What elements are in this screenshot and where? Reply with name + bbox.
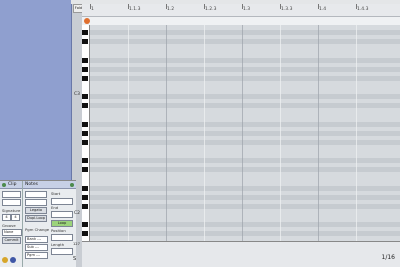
ruler-tick-label: 1.3.3 <box>281 7 293 12</box>
black-key-row <box>90 167 400 172</box>
black-key[interactable] <box>82 30 88 35</box>
black-key-row <box>90 140 400 145</box>
grid-line <box>356 25 357 241</box>
groove-label: Groove <box>2 223 16 228</box>
black-key[interactable] <box>82 195 88 200</box>
beat-time-ruler[interactable]: 1 1.1.3 1.2 1.2.3 1.3 1.3.3 1.4 1.4.3 <box>82 4 400 17</box>
ruler-tick-label: 1.2 <box>167 7 175 12</box>
beat-line <box>318 25 319 241</box>
black-key[interactable] <box>82 231 88 236</box>
legato-button[interactable]: Legato <box>25 207 47 214</box>
ruler-tick-label: 1.3 <box>243 7 251 12</box>
black-key[interactable] <box>82 158 88 163</box>
clip-launch-icon[interactable] <box>2 257 8 263</box>
beat-line <box>242 25 243 241</box>
clip-header: Clip <box>0 181 22 189</box>
black-key[interactable] <box>82 67 88 72</box>
black-key[interactable] <box>82 204 88 209</box>
clip-title: Clip <box>8 182 17 187</box>
notes-header: Notes <box>23 181 76 189</box>
grid-line <box>204 25 205 241</box>
black-key-row <box>90 67 400 72</box>
grid-line <box>280 25 281 241</box>
groove-select[interactable]: None <box>2 229 22 236</box>
black-key-row <box>90 186 400 191</box>
clip-box: Clip Signature 4 4 Groove None Commit <box>0 181 23 267</box>
black-key-row <box>90 30 400 35</box>
notes-transpose-field[interactable] <box>25 199 47 206</box>
black-key[interactable] <box>82 167 88 172</box>
velocity-header: 127 <box>73 242 80 246</box>
black-key[interactable] <box>82 58 88 63</box>
clip-color-select[interactable] <box>2 199 21 206</box>
end-field[interactable] <box>51 211 73 218</box>
length-label: Length <box>51 242 65 247</box>
ruler-tick-label: 1.4.3 <box>357 7 369 12</box>
black-key-row <box>90 94 400 99</box>
black-key-row <box>90 76 400 81</box>
clip-loop-icon[interactable] <box>10 257 16 263</box>
ruler-tick-label: 1.2.3 <box>205 7 217 12</box>
black-key[interactable] <box>82 39 88 44</box>
black-key-row <box>90 131 400 136</box>
black-key-row <box>90 39 400 44</box>
loop-start-marker-icon[interactable] <box>84 18 90 24</box>
black-key-row <box>90 222 400 227</box>
ruler-tick-label: 1.4 <box>319 7 327 12</box>
clip-view-panel: Clip Signature 4 4 Groove None Commit No… <box>0 180 76 267</box>
black-key[interactable] <box>82 103 88 108</box>
note-grid[interactable] <box>90 25 400 241</box>
notes-title: Notes <box>25 182 38 187</box>
black-key[interactable] <box>82 222 88 227</box>
black-key-row <box>90 158 400 163</box>
signature-numerator[interactable]: 4 <box>2 214 11 221</box>
start-field[interactable] <box>51 198 73 205</box>
beat-line <box>166 25 167 241</box>
sub-field[interactable]: Sub --- <box>25 244 48 251</box>
black-key[interactable] <box>82 140 88 145</box>
black-key-row <box>90 122 400 127</box>
grid-line <box>128 25 129 241</box>
left-gutter <box>0 0 72 180</box>
piano-keyboard[interactable] <box>82 25 90 241</box>
signature-label: Signature <box>2 208 21 213</box>
position-field[interactable] <box>51 234 73 241</box>
black-key[interactable] <box>82 76 88 81</box>
octave-label-c3: C3 <box>74 92 81 97</box>
ruler-tick-label: 1 <box>91 7 94 12</box>
pgm-change-label: Pgm Change <box>25 227 50 232</box>
length-field[interactable] <box>51 248 73 255</box>
bank-field[interactable]: Bank --- <box>25 236 48 243</box>
black-key[interactable] <box>82 122 88 127</box>
black-key-row <box>90 58 400 63</box>
dupl-loop-button[interactable]: Dupl.Loop <box>25 215 47 222</box>
loop-button[interactable]: Loop <box>51 220 73 227</box>
start-label: Start <box>51 191 61 196</box>
end-label: End <box>51 205 59 210</box>
commit-button[interactable]: Commit <box>2 237 21 244</box>
black-key[interactable] <box>82 131 88 136</box>
ruler-tick-label: 1.1.3 <box>129 7 141 12</box>
black-key-row <box>90 204 400 209</box>
pgm-field[interactable]: Pgm --- <box>25 252 48 259</box>
black-key-row <box>90 195 400 200</box>
clip-activator-icon[interactable] <box>2 182 6 187</box>
notes-range-field[interactable] <box>25 191 47 198</box>
position-label: Position <box>51 228 66 233</box>
black-key-row <box>90 103 400 108</box>
black-key-row <box>90 231 400 236</box>
velocity-fold-label[interactable]: S <box>73 256 76 262</box>
clip-name-field[interactable] <box>2 191 21 198</box>
signature-denominator[interactable]: 4 <box>11 214 20 221</box>
black-key[interactable] <box>82 94 88 99</box>
notes-box: Notes Start Legato End Dupl.Loop Loop Pg… <box>23 181 76 267</box>
black-key[interactable] <box>82 186 88 191</box>
quantize-display[interactable]: 1/16 <box>382 254 395 261</box>
notes-toggle-icon[interactable] <box>70 182 74 187</box>
octave-label-c2: C2 <box>74 211 81 216</box>
velocity-editor[interactable] <box>82 241 400 267</box>
